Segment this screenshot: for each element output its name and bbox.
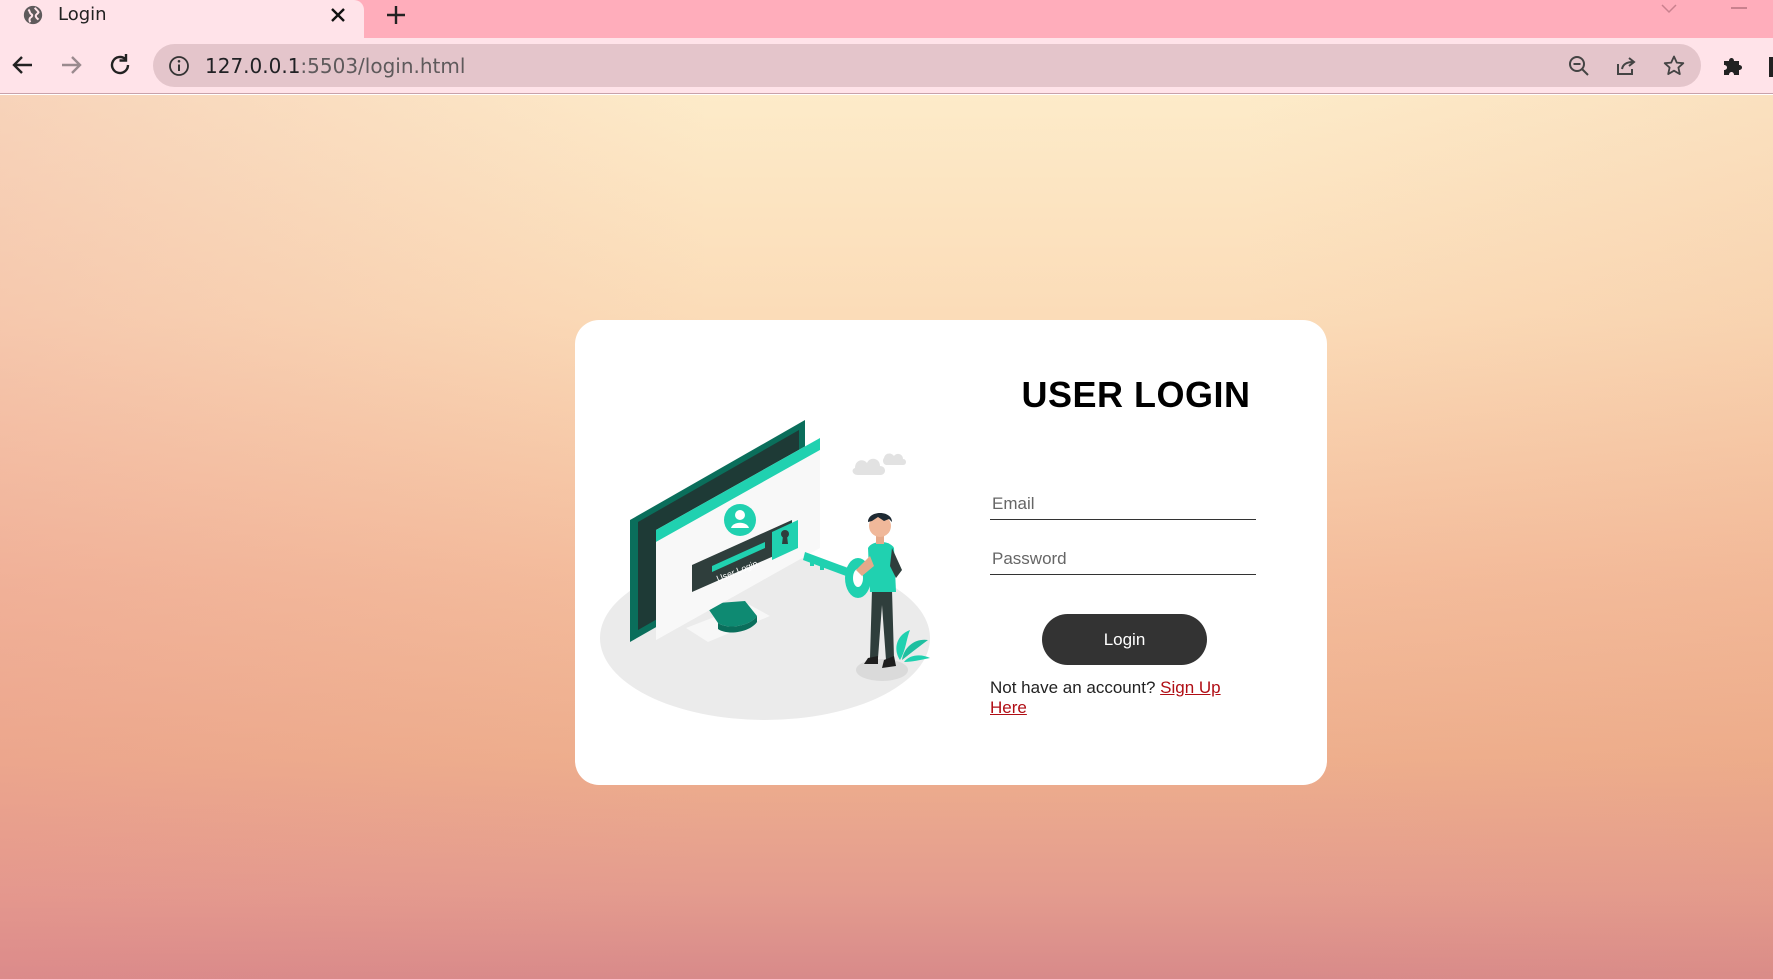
page-background: User Login USER LOGIN Email Login Not ha… bbox=[0, 95, 1773, 979]
login-card: User Login USER LOGIN Email Login Not ha… bbox=[575, 320, 1327, 785]
address-bar[interactable]: 127.0.0.1:5503/login.html bbox=[153, 44, 1701, 87]
reload-icon[interactable] bbox=[107, 52, 133, 78]
puzzle-icon[interactable] bbox=[1721, 52, 1747, 78]
login-button[interactable]: Login bbox=[1042, 614, 1207, 665]
chevron-down-icon[interactable] bbox=[1660, 3, 1678, 15]
close-icon[interactable] bbox=[328, 5, 348, 25]
url-host: 127.0.0.1 bbox=[205, 54, 301, 78]
tab-strip: Login bbox=[0, 0, 1773, 38]
url-path: :5503/login.html bbox=[300, 54, 466, 78]
signup-prompt-text: Not have an account? bbox=[990, 678, 1161, 697]
minimize-button[interactable] bbox=[1731, 7, 1747, 9]
login-title: USER LOGIN bbox=[1021, 374, 1251, 415]
signup-prompt: Not have an account? Sign Up Here bbox=[990, 678, 1260, 718]
arrow-right-icon[interactable] bbox=[58, 52, 84, 78]
globe-icon bbox=[23, 5, 43, 25]
share-icon[interactable] bbox=[1614, 54, 1638, 78]
zoom-out-icon[interactable] bbox=[1567, 54, 1591, 78]
tab-title: Login bbox=[58, 4, 107, 25]
email-field[interactable] bbox=[990, 488, 1256, 520]
arrow-left-icon[interactable] bbox=[10, 52, 36, 78]
password-field[interactable] bbox=[990, 543, 1256, 575]
side-panel-edge bbox=[1769, 57, 1773, 77]
info-icon[interactable] bbox=[168, 55, 190, 77]
login-illustration: User Login bbox=[600, 420, 930, 720]
plus-icon[interactable] bbox=[384, 3, 408, 27]
url-text: 127.0.0.1:5503/login.html bbox=[205, 54, 465, 78]
star-icon[interactable] bbox=[1662, 54, 1686, 78]
browser-toolbar: 127.0.0.1:5503/login.html bbox=[0, 38, 1773, 94]
browser-tab[interactable]: Login bbox=[0, 0, 364, 38]
